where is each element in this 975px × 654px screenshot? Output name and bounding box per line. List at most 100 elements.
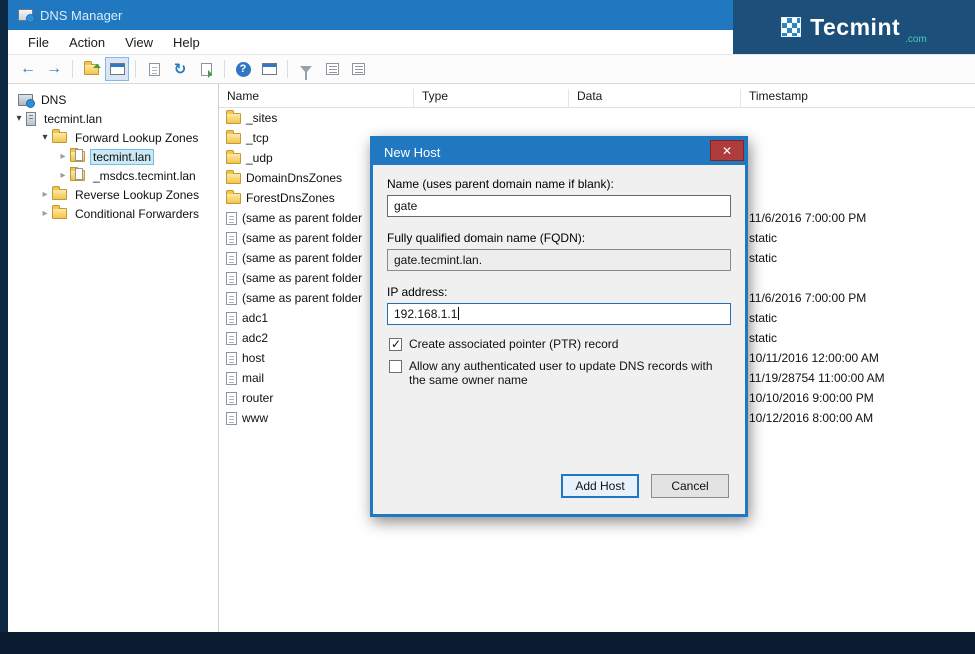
fqdn-value: gate.tecmint.lan. bbox=[394, 253, 482, 267]
forward-button[interactable]: → bbox=[42, 57, 66, 81]
expander-icon[interactable] bbox=[38, 132, 52, 143]
console-tree-toggle-button[interactable] bbox=[79, 57, 103, 81]
tree-item-server-tecmint[interactable]: tecmint.lan bbox=[8, 109, 218, 128]
details-view-icon bbox=[352, 63, 365, 75]
details-view-button[interactable] bbox=[346, 57, 370, 81]
name-input[interactable]: gate bbox=[387, 195, 731, 217]
add-host-button[interactable]: Add Host bbox=[561, 474, 639, 498]
new-host-dialog: New Host ✕ Name (uses parent domain name… bbox=[370, 136, 748, 517]
dialog-close-button[interactable]: ✕ bbox=[710, 140, 744, 161]
refresh-button[interactable]: ↻ bbox=[168, 57, 192, 81]
tree-item-forward-lookup-zones[interactable]: Forward Lookup Zones bbox=[8, 128, 218, 147]
column-header-data[interactable]: Data bbox=[569, 89, 741, 107]
column-header-type[interactable]: Type bbox=[414, 89, 569, 107]
expander-icon[interactable] bbox=[38, 208, 52, 219]
refresh-icon: ↻ bbox=[174, 62, 187, 77]
name-value: gate bbox=[394, 199, 417, 213]
properties-icon bbox=[149, 63, 160, 76]
filter-button[interactable] bbox=[294, 57, 318, 81]
cancel-button[interactable]: Cancel bbox=[651, 474, 729, 498]
toolbar-separator bbox=[135, 60, 136, 78]
record-icon bbox=[226, 133, 241, 144]
expander-icon[interactable] bbox=[56, 170, 70, 181]
record-name: www bbox=[242, 411, 268, 425]
record-name: (same as parent folder bbox=[242, 231, 362, 245]
folder-up-icon bbox=[84, 64, 99, 75]
folder-icon bbox=[52, 208, 67, 219]
record-icon bbox=[226, 232, 237, 245]
record-name: host bbox=[242, 351, 265, 365]
tree-item-zone-msdcs[interactable]: _msdcs.tecmint.lan bbox=[8, 166, 218, 185]
help-icon: ? bbox=[236, 62, 251, 77]
expander-icon[interactable] bbox=[56, 151, 70, 162]
fqdn-input: gate.tecmint.lan. bbox=[387, 249, 731, 271]
record-row[interactable]: _sites bbox=[219, 108, 975, 128]
record-name: DomainDnsZones bbox=[246, 171, 342, 185]
record-icon bbox=[226, 272, 237, 285]
properties-button[interactable] bbox=[142, 57, 166, 81]
dialog-title-bar[interactable]: New Host ✕ bbox=[373, 139, 745, 165]
tree-item-dns-root[interactable]: DNS bbox=[8, 90, 218, 109]
zone-icon bbox=[70, 151, 85, 162]
auth-checkbox-label: Allow any authenticated user to update D… bbox=[409, 359, 731, 387]
console-tree: DNS tecmint.lan Forward Lookup Zones tec… bbox=[8, 84, 219, 632]
record-timestamp: static bbox=[741, 331, 975, 345]
record-timestamp: 11/19/28754 11:00:00 AM bbox=[741, 371, 975, 385]
record-timestamp: 10/10/2016 9:00:00 PM bbox=[741, 391, 975, 405]
tree-label: Conditional Forwarders bbox=[72, 206, 202, 222]
record-timestamp: static bbox=[741, 231, 975, 245]
record-name: ForestDnsZones bbox=[246, 191, 335, 205]
record-timestamp: 10/12/2016 8:00:00 AM bbox=[741, 411, 975, 425]
column-header-timestamp[interactable]: Timestamp bbox=[741, 89, 975, 107]
console-window-button[interactable] bbox=[105, 57, 129, 81]
record-timestamp: static bbox=[741, 251, 975, 265]
record-name: (same as parent folder bbox=[242, 211, 362, 225]
record-name: router bbox=[242, 391, 273, 405]
ip-address-label: IP address: bbox=[387, 285, 447, 299]
new-window-button[interactable] bbox=[257, 57, 281, 81]
record-name: (same as parent folder bbox=[242, 271, 362, 285]
tree-item-zone-tecmint[interactable]: tecmint.lan bbox=[8, 147, 218, 166]
menu-action[interactable]: Action bbox=[59, 32, 115, 53]
list-header: Name Type Data Timestamp bbox=[219, 84, 975, 108]
ptr-checkbox-label: Create associated pointer (PTR) record bbox=[409, 337, 618, 351]
desktop-background bbox=[0, 632, 975, 654]
ip-address-input[interactable]: 192.168.1.1 bbox=[387, 303, 731, 325]
menu-file[interactable]: File bbox=[18, 32, 59, 53]
back-button[interactable]: ← bbox=[16, 57, 40, 81]
record-icon bbox=[226, 292, 237, 305]
record-icon bbox=[226, 252, 237, 265]
help-button[interactable]: ? bbox=[231, 57, 255, 81]
tree-item-reverse-lookup-zones[interactable]: Reverse Lookup Zones bbox=[8, 185, 218, 204]
export-list-button[interactable] bbox=[194, 57, 218, 81]
tecmint-logo-text: Tecmint bbox=[810, 14, 900, 41]
checkbox-checked-icon[interactable] bbox=[389, 338, 402, 351]
authenticated-update-checkbox[interactable]: Allow any authenticated user to update D… bbox=[389, 359, 731, 387]
menu-help[interactable]: Help bbox=[163, 32, 210, 53]
tree-label: Reverse Lookup Zones bbox=[72, 187, 202, 203]
expander-icon[interactable] bbox=[38, 189, 52, 200]
server-icon bbox=[26, 112, 36, 126]
folder-icon bbox=[52, 189, 67, 200]
record-icon bbox=[226, 193, 241, 204]
filter-icon bbox=[300, 66, 312, 73]
toolbar-separator bbox=[224, 60, 225, 78]
toolbar-separator bbox=[72, 60, 73, 78]
dialog-title: New Host bbox=[384, 145, 440, 160]
folder-icon bbox=[52, 132, 67, 143]
list-view-button[interactable] bbox=[320, 57, 344, 81]
column-header-name[interactable]: Name bbox=[219, 89, 414, 107]
record-name: _tcp bbox=[246, 131, 269, 145]
record-icon bbox=[226, 153, 241, 164]
ptr-record-checkbox[interactable]: Create associated pointer (PTR) record bbox=[389, 337, 731, 351]
menu-view[interactable]: View bbox=[115, 32, 163, 53]
tecmint-logo-icon bbox=[781, 17, 801, 37]
tecmint-watermark: Tecmint .com bbox=[733, 0, 975, 54]
checkbox-unchecked-icon[interactable] bbox=[389, 360, 402, 373]
record-icon bbox=[226, 392, 237, 405]
record-icon bbox=[226, 312, 237, 325]
title-bar[interactable]: DNS Manager Tecmint .com bbox=[8, 0, 975, 30]
record-name: (same as parent folder bbox=[242, 291, 362, 305]
tree-item-conditional-forwarders[interactable]: Conditional Forwarders bbox=[8, 204, 218, 223]
expander-icon[interactable] bbox=[12, 113, 26, 124]
